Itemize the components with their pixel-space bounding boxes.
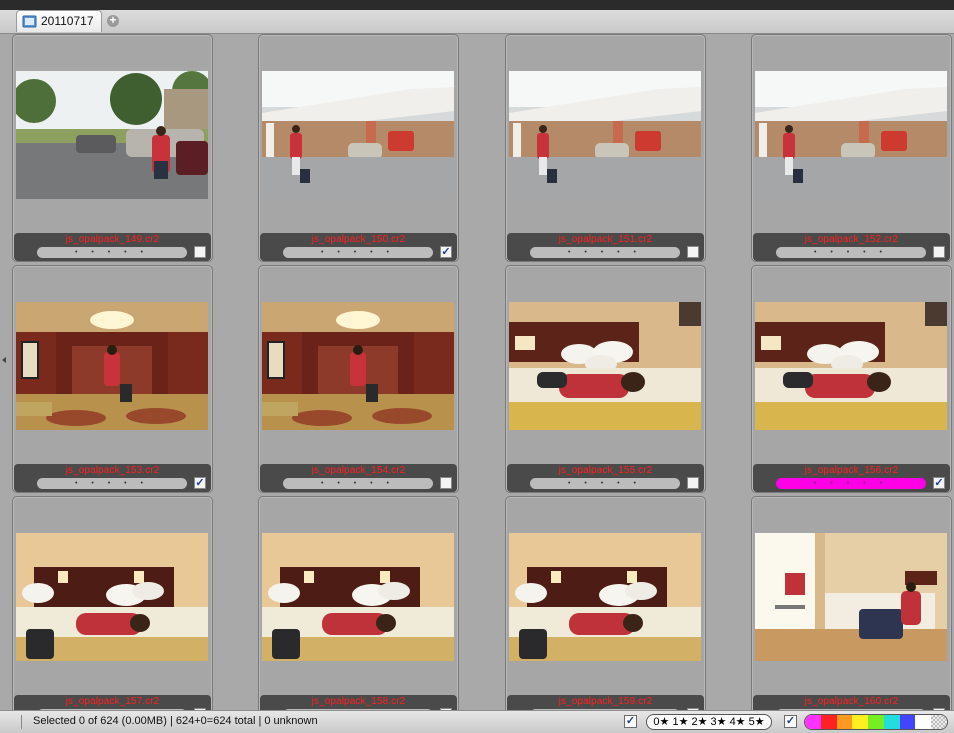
thumbnail-image[interactable] bbox=[262, 302, 454, 430]
tab-bar: 20110717 + bbox=[0, 0, 954, 34]
thumbnail-caption: js_opalpack_154.cr2 • • • • • bbox=[260, 464, 457, 492]
thumbnail-caption: js_opalpack_157.cr2• • • • • bbox=[14, 695, 211, 710]
thumbnail-image[interactable] bbox=[509, 71, 701, 199]
thumbnail-filename[interactable]: js_opalpack_150.cr2 bbox=[260, 234, 457, 245]
thumbnail-grid: js_opalpack_149.cr2 • • • • • js_opalpack… bbox=[0, 34, 954, 710]
color-label-filter[interactable] bbox=[804, 714, 948, 730]
thumbnail-filename[interactable]: js_opalpack_160.cr2 bbox=[753, 696, 950, 707]
thumbnail-select-checkbox[interactable] bbox=[687, 477, 699, 489]
thumbnail-cell[interactable]: js_opalpack_151.cr2 • • • • • bbox=[505, 34, 706, 262]
add-tab-icon[interactable]: + bbox=[107, 14, 119, 27]
thumbnail-caption: js_opalpack_156.cr2 • • • • • ✓ bbox=[753, 464, 950, 492]
thumbnail-select-checkbox[interactable]: ✓ bbox=[440, 246, 452, 258]
thumbnail-cell[interactable]: js_opalpack_154.cr2 • • • • • bbox=[258, 265, 459, 493]
color-swatch[interactable] bbox=[883, 715, 900, 729]
thumbnail-caption: js_opalpack_155.cr2 • • • • • bbox=[507, 464, 704, 492]
thumbnail-caption: js_opalpack_160.cr2• • • • • bbox=[753, 695, 950, 710]
thumbnail-caption: js_opalpack_159.cr2• • • • • bbox=[507, 695, 704, 710]
thumbnail-select-checkbox[interactable] bbox=[440, 477, 452, 489]
thumbnail-rating[interactable]: • • • • • bbox=[37, 478, 187, 489]
thumbnail-cell[interactable]: js_opalpack_160.cr2• • • • • bbox=[751, 496, 952, 710]
star-rating-filter[interactable]: 0★ 1★ 2★ 3★ 4★ 5★ bbox=[646, 714, 772, 730]
star-filter-checkbox[interactable]: ✓ bbox=[624, 715, 637, 728]
thumbnail-caption: js_opalpack_158.cr2• • • • • bbox=[260, 695, 457, 710]
color-swatch[interactable] bbox=[868, 715, 884, 729]
thumbnail-cell[interactable]: js_opalpack_159.cr2• • • • • bbox=[505, 496, 706, 710]
color-swatch[interactable] bbox=[915, 715, 932, 729]
thumbnail-select-checkbox[interactable]: ✓ bbox=[194, 477, 206, 489]
color-swatch[interactable] bbox=[852, 715, 869, 729]
thumbnail-filename[interactable]: js_opalpack_152.cr2 bbox=[753, 234, 950, 245]
thumbnail-image[interactable] bbox=[509, 533, 701, 661]
thumbnail-rating[interactable]: • • • • • bbox=[283, 478, 433, 489]
thumbnail-filename[interactable]: js_opalpack_155.cr2 bbox=[507, 465, 704, 476]
thumbnail-rating[interactable]: • • • • • bbox=[776, 247, 926, 258]
color-swatch[interactable] bbox=[931, 715, 947, 729]
thumbnail-cell[interactable]: js_opalpack_150.cr2 • • • • • ✓ bbox=[258, 34, 459, 262]
thumbnail-cell[interactable]: js_opalpack_149.cr2 • • • • • bbox=[12, 34, 213, 262]
thumbnail-select-checkbox[interactable]: ✓ bbox=[933, 477, 945, 489]
thumbnail-caption: js_opalpack_152.cr2 • • • • • bbox=[753, 233, 950, 261]
color-swatch[interactable] bbox=[820, 715, 837, 729]
thumbnail-caption: js_opalpack_151.cr2 • • • • • bbox=[507, 233, 704, 261]
thumbnail-image[interactable] bbox=[16, 71, 208, 199]
thumbnail-cell[interactable]: js_opalpack_152.cr2 • • • • • bbox=[751, 34, 952, 262]
color-swatch[interactable] bbox=[899, 715, 916, 729]
thumbnail-select-checkbox[interactable] bbox=[194, 246, 206, 258]
thumbnail-filename[interactable]: js_opalpack_158.cr2 bbox=[260, 696, 457, 707]
thumbnail-rating[interactable]: • • • • • bbox=[530, 478, 680, 489]
thumbnail-cell[interactable]: js_opalpack_155.cr2 • • • • • bbox=[505, 265, 706, 493]
thumbnail-caption: js_opalpack_149.cr2 • • • • • bbox=[14, 233, 211, 261]
thumbnail-cell[interactable]: js_opalpack_158.cr2• • • • • bbox=[258, 496, 459, 710]
thumbnail-filename[interactable]: js_opalpack_159.cr2 bbox=[507, 696, 704, 707]
color-swatch[interactable] bbox=[836, 715, 853, 729]
folder-icon bbox=[22, 15, 37, 28]
thumbnail-filename[interactable]: js_opalpack_154.cr2 bbox=[260, 465, 457, 476]
thumbnail-rating[interactable]: • • • • • bbox=[283, 247, 433, 258]
thumbnail-image[interactable] bbox=[755, 302, 947, 430]
thumbnail-caption: js_opalpack_153.cr2 • • • • • ✓ bbox=[14, 464, 211, 492]
resize-grip-icon[interactable] bbox=[8, 715, 22, 729]
thumbnail-image[interactable] bbox=[262, 533, 454, 661]
thumbnail-filename[interactable]: js_opalpack_153.cr2 bbox=[14, 465, 211, 476]
thumbnail-filename[interactable]: js_opalpack_149.cr2 bbox=[14, 234, 211, 245]
thumbnail-filename[interactable]: js_opalpack_151.cr2 bbox=[507, 234, 704, 245]
status-bar: Selected 0 of 624 (0.00MB) | 624+0=624 t… bbox=[0, 710, 954, 733]
thumbnail-rating[interactable]: • • • • • bbox=[776, 478, 926, 489]
thumbnail-image[interactable] bbox=[16, 302, 208, 430]
thumbnail-cell[interactable]: js_opalpack_157.cr2• • • • • bbox=[12, 496, 213, 710]
thumbnail-select-checkbox[interactable] bbox=[687, 246, 699, 258]
thumbnail-cell[interactable]: js_opalpack_153.cr2 • • • • • ✓ bbox=[12, 265, 213, 493]
tab-label: 20110717 bbox=[41, 14, 94, 28]
thumbnail-filename[interactable]: js_opalpack_157.cr2 bbox=[14, 696, 211, 707]
color-swatch[interactable] bbox=[805, 715, 821, 729]
thumbnail-cell[interactable]: js_opalpack_156.cr2 • • • • • ✓ bbox=[751, 265, 952, 493]
thumbnail-filename[interactable]: js_opalpack_156.cr2 bbox=[753, 465, 950, 476]
thumbnail-rating[interactable]: • • • • • bbox=[37, 247, 187, 258]
tab-folder-20110717[interactable]: 20110717 bbox=[16, 10, 102, 32]
thumbnail-select-checkbox[interactable] bbox=[933, 246, 945, 258]
selection-status: Selected 0 of 624 (0.00MB) | 624+0=624 t… bbox=[33, 715, 318, 727]
app-window: 20110717 + js_opalpack_149.cr2 • • • • • … bbox=[0, 0, 954, 733]
thumbnail-image[interactable] bbox=[509, 302, 701, 430]
thumbnail-caption: js_opalpack_150.cr2 • • • • • ✓ bbox=[260, 233, 457, 261]
thumbnail-rating[interactable]: • • • • • bbox=[530, 247, 680, 258]
color-filter-checkbox[interactable]: ✓ bbox=[784, 715, 797, 728]
thumbnail-image[interactable] bbox=[262, 71, 454, 199]
thumbnail-image[interactable] bbox=[16, 533, 208, 661]
thumbnail-image[interactable] bbox=[755, 71, 947, 199]
thumbnail-image[interactable] bbox=[755, 533, 947, 661]
